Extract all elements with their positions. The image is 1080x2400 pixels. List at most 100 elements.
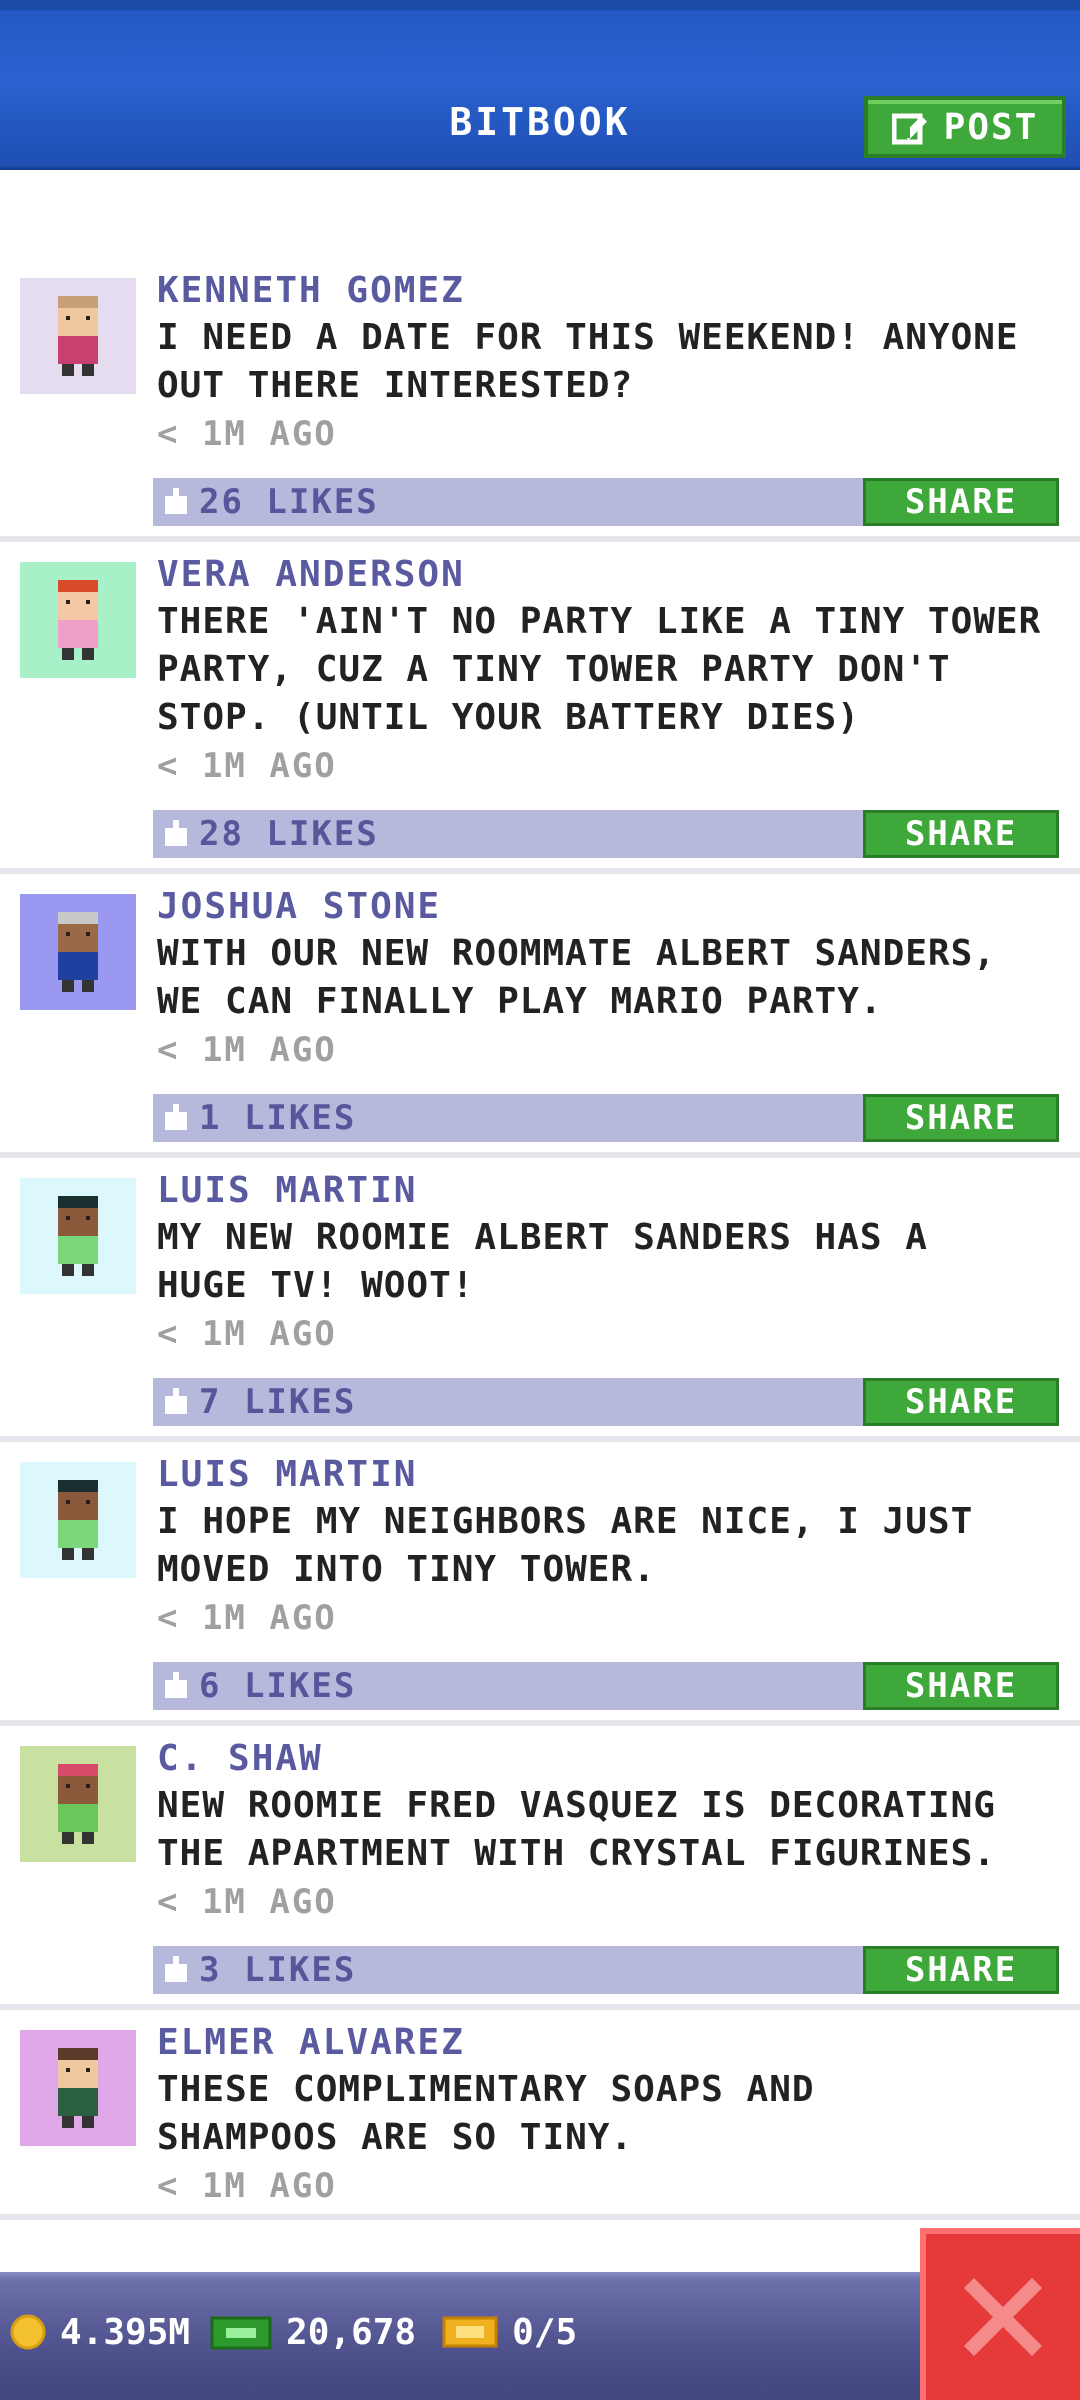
like-count[interactable]: 1 LIKES	[163, 1094, 356, 1142]
thumbs-up-icon	[165, 820, 187, 846]
person-sprite-icon	[58, 580, 98, 660]
share-button[interactable]: SHARE	[863, 1662, 1059, 1710]
post-content: VERA ANDERSON THERE 'AIN'T NO PARTY LIKE…	[157, 552, 1068, 790]
feed-post: C. SHAW NEW ROOMIE FRED VASQUEZ IS DECOR…	[0, 1726, 1080, 2010]
person-sprite-icon	[58, 1196, 98, 1276]
thumbs-up-icon	[165, 1388, 187, 1414]
post-content: ELMER ALVAREZ THESE COMPLIMENTARY SOAPS …	[157, 2020, 1068, 2210]
thumbs-up-icon	[165, 1104, 187, 1130]
thumbs-up-icon	[165, 1956, 187, 1982]
post-time: < 1M AGO	[157, 1030, 337, 1070]
person-sprite-icon	[58, 1764, 98, 1844]
bux-icon	[210, 2316, 272, 2350]
post-message: THESE COMPLIMENTARY SOAPS AND SHAMPOOS A…	[157, 2069, 815, 2158]
like-count[interactable]: 26 LIKES	[163, 478, 379, 526]
post-time: < 1M AGO	[157, 414, 337, 454]
share-button[interactable]: SHARE	[863, 1094, 1059, 1142]
like-count-label: 1 LIKES	[199, 1098, 357, 1138]
post-content: LUIS MARTIN MY NEW ROOMIE ALBERT SANDERS…	[157, 1168, 1068, 1358]
post-time: < 1M AGO	[157, 1882, 337, 1922]
share-button-label: SHARE	[904, 1950, 1018, 1990]
post-content: C. SHAW NEW ROOMIE FRED VASQUEZ IS DECOR…	[157, 1736, 1068, 1926]
post-message: I NEED A DATE FOR THIS WEEKEND! ANYONE O…	[157, 317, 1019, 406]
person-sprite-icon	[58, 912, 98, 992]
author-name[interactable]: JOSHUA STONE	[157, 884, 1068, 930]
person-sprite-icon	[58, 1480, 98, 1560]
like-count-label: 6 LIKES	[199, 1666, 357, 1706]
like-bar[interactable]: 1 LIKES SHARE	[153, 1094, 1059, 1142]
thumbs-up-icon	[165, 1672, 187, 1698]
news-feed[interactable]: KENNETH GOMEZ I NEED A DATE FOR THIS WEE…	[0, 258, 1080, 2220]
post-message: WITH OUR NEW ROOMMATE ALBERT SANDERS, WE…	[157, 933, 996, 1022]
like-bar[interactable]: 6 LIKES SHARE	[153, 1662, 1059, 1710]
share-button-label: SHARE	[904, 1382, 1018, 1422]
avatar[interactable]	[20, 1462, 136, 1578]
thumbs-up-icon	[165, 488, 187, 514]
share-button[interactable]: SHARE	[863, 810, 1059, 858]
like-count-label: 26 LIKES	[199, 482, 379, 522]
share-button-label: SHARE	[904, 482, 1018, 522]
post-button[interactable]: POST	[864, 96, 1066, 158]
avatar[interactable]	[20, 2030, 136, 2146]
avatar[interactable]	[20, 1178, 136, 1294]
bux-value: 20,678	[286, 2311, 417, 2353]
compose-icon	[891, 113, 927, 145]
author-name[interactable]: LUIS MARTIN	[157, 1452, 1068, 1498]
feed-post: KENNETH GOMEZ I NEED A DATE FOR THIS WEE…	[0, 258, 1080, 542]
coin-icon	[10, 2314, 46, 2350]
feed-post: LUIS MARTIN MY NEW ROOMIE ALBERT SANDERS…	[0, 1158, 1080, 1442]
share-button-label: SHARE	[904, 814, 1018, 854]
share-button[interactable]: SHARE	[863, 478, 1059, 526]
like-count[interactable]: 7 LIKES	[163, 1378, 356, 1426]
post-message: THERE 'AIN'T NO PARTY LIKE A TINY TOWER …	[157, 601, 1042, 738]
post-time: < 1M AGO	[157, 746, 337, 786]
author-name[interactable]: ELMER ALVAREZ	[157, 2020, 1068, 2066]
post-message: MY NEW ROOMIE ALBERT SANDERS HAS A HUGE …	[157, 1217, 928, 1306]
share-button[interactable]: SHARE	[863, 1946, 1059, 1994]
author-name[interactable]: LUIS MARTIN	[157, 1168, 1068, 1214]
feed-post: VERA ANDERSON THERE 'AIN'T NO PARTY LIKE…	[0, 542, 1080, 874]
share-button-label: SHARE	[904, 1098, 1018, 1138]
currency-stats: 4.395M 20,678 0/5	[10, 2302, 577, 2362]
post-time: < 1M AGO	[157, 2166, 337, 2206]
top-bar: BITBOOK POST	[0, 0, 1080, 170]
like-count[interactable]: 6 LIKES	[163, 1662, 356, 1710]
author-name[interactable]: KENNETH GOMEZ	[157, 268, 1068, 314]
tickets-value: 0/5	[512, 2311, 578, 2353]
like-count-label: 7 LIKES	[199, 1382, 357, 1422]
post-button-label: POST	[943, 106, 1039, 148]
post-content: KENNETH GOMEZ I NEED A DATE FOR THIS WEE…	[157, 268, 1068, 458]
ticket-icon	[442, 2316, 498, 2348]
post-time: < 1M AGO	[157, 1598, 337, 1638]
post-content: JOSHUA STONE WITH OUR NEW ROOMMATE ALBER…	[157, 884, 1068, 1074]
like-count[interactable]: 28 LIKES	[163, 810, 379, 858]
close-icon	[964, 2278, 1042, 2356]
share-button-label: SHARE	[904, 1666, 1018, 1706]
author-name[interactable]: VERA ANDERSON	[157, 552, 1068, 598]
post-message: NEW ROOMIE FRED VASQUEZ IS DECORATING TH…	[157, 1785, 996, 1874]
feed-post: LUIS MARTIN I HOPE MY NEIGHBORS ARE NICE…	[0, 1442, 1080, 1726]
close-button[interactable]	[920, 2228, 1080, 2400]
avatar[interactable]	[20, 562, 136, 678]
coins-value: 4.395M	[60, 2311, 191, 2353]
author-name[interactable]: C. SHAW	[157, 1736, 1068, 1782]
avatar[interactable]	[20, 1746, 136, 1862]
avatar[interactable]	[20, 278, 136, 394]
like-count-label: 28 LIKES	[199, 814, 379, 854]
like-count-label: 3 LIKES	[199, 1950, 357, 1990]
like-bar[interactable]: 28 LIKES SHARE	[153, 810, 1059, 858]
post-message: I HOPE MY NEIGHBORS ARE NICE, I JUST MOV…	[157, 1501, 974, 1590]
share-button[interactable]: SHARE	[863, 1378, 1059, 1426]
post-time: < 1M AGO	[157, 1314, 337, 1354]
feed-post: ELMER ALVAREZ THESE COMPLIMENTARY SOAPS …	[0, 2010, 1080, 2220]
bottom-bar: 4.395M 20,678 0/5	[0, 2272, 1080, 2400]
person-sprite-icon	[58, 296, 98, 376]
like-count[interactable]: 3 LIKES	[163, 1946, 356, 1994]
person-sprite-icon	[58, 2048, 98, 2128]
feed-post: JOSHUA STONE WITH OUR NEW ROOMMATE ALBER…	[0, 874, 1080, 1158]
avatar[interactable]	[20, 894, 136, 1010]
like-bar[interactable]: 26 LIKES SHARE	[153, 478, 1059, 526]
post-content: LUIS MARTIN I HOPE MY NEIGHBORS ARE NICE…	[157, 1452, 1068, 1642]
like-bar[interactable]: 3 LIKES SHARE	[153, 1946, 1059, 1994]
like-bar[interactable]: 7 LIKES SHARE	[153, 1378, 1059, 1426]
